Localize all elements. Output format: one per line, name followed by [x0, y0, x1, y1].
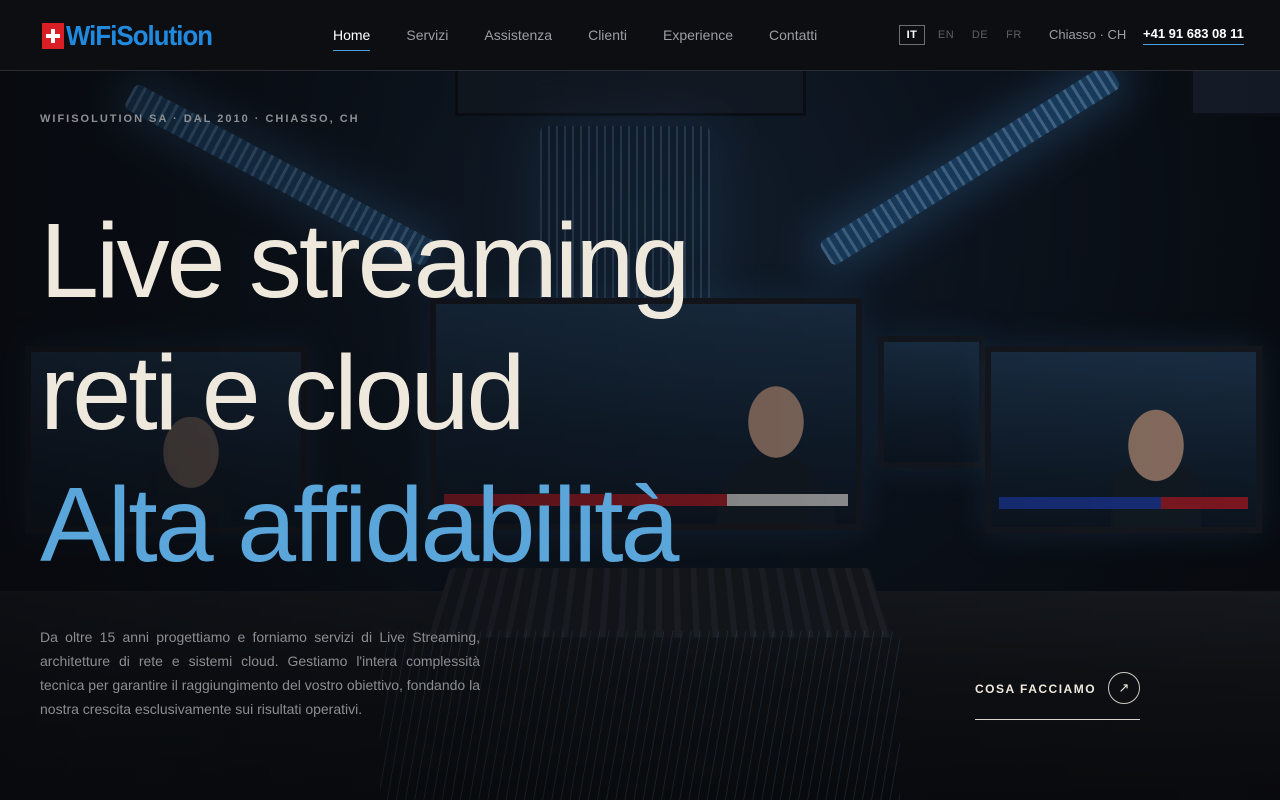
language-switcher: IT EN DE FR [899, 25, 1035, 45]
nav-item-clienti[interactable]: Clienti [588, 0, 627, 70]
lang-en[interactable]: EN [933, 25, 959, 45]
lang-de[interactable]: DE [967, 25, 993, 45]
nav-item-contatti[interactable]: Contatti [769, 0, 817, 70]
location-label: Chiasso · CH [1049, 27, 1127, 42]
logo-text: WiFiSolution [66, 20, 213, 51]
nav-item-experience[interactable]: Experience [663, 0, 733, 70]
headline-line-2: reti e cloud [40, 334, 526, 452]
cta-label: COSA FACCIAMO [975, 682, 1097, 696]
nav-item-servizi[interactable]: Servizi [406, 0, 448, 70]
logo-link[interactable]: WiFiSolution [42, 20, 225, 52]
arrow-up-right-icon: ↗ [1108, 672, 1140, 704]
site-header: WiFiSolution Home Servizi Assistenza Cli… [0, 0, 1280, 71]
hero-eyebrow: WIFISOLUTION SA · DAL 2010 · CHIASSO, CH [40, 113, 360, 125]
nav-item-assistenza[interactable]: Assistenza [484, 0, 552, 70]
nav-item-home[interactable]: Home [333, 0, 371, 70]
cosa-facciamo-button[interactable]: COSA FACCIAMO ↗ [975, 672, 1140, 720]
lang-it[interactable]: IT [899, 25, 925, 45]
lang-fr[interactable]: FR [1001, 25, 1027, 45]
main-nav: Home Servizi Assistenza Clienti Experien… [333, 0, 853, 70]
hero-headline: Live streaming reti e cloud Alta affidab… [40, 195, 690, 591]
hero-description: Da oltre 15 anni progettiamo e forniamo … [40, 629, 480, 717]
headline-line-3: Alta affidabilità [40, 466, 680, 584]
phone-link[interactable]: +41 91 683 08 11 [1143, 26, 1244, 45]
swiss-flag-icon [42, 23, 64, 49]
headline-line-1: Live streaming [40, 202, 690, 320]
